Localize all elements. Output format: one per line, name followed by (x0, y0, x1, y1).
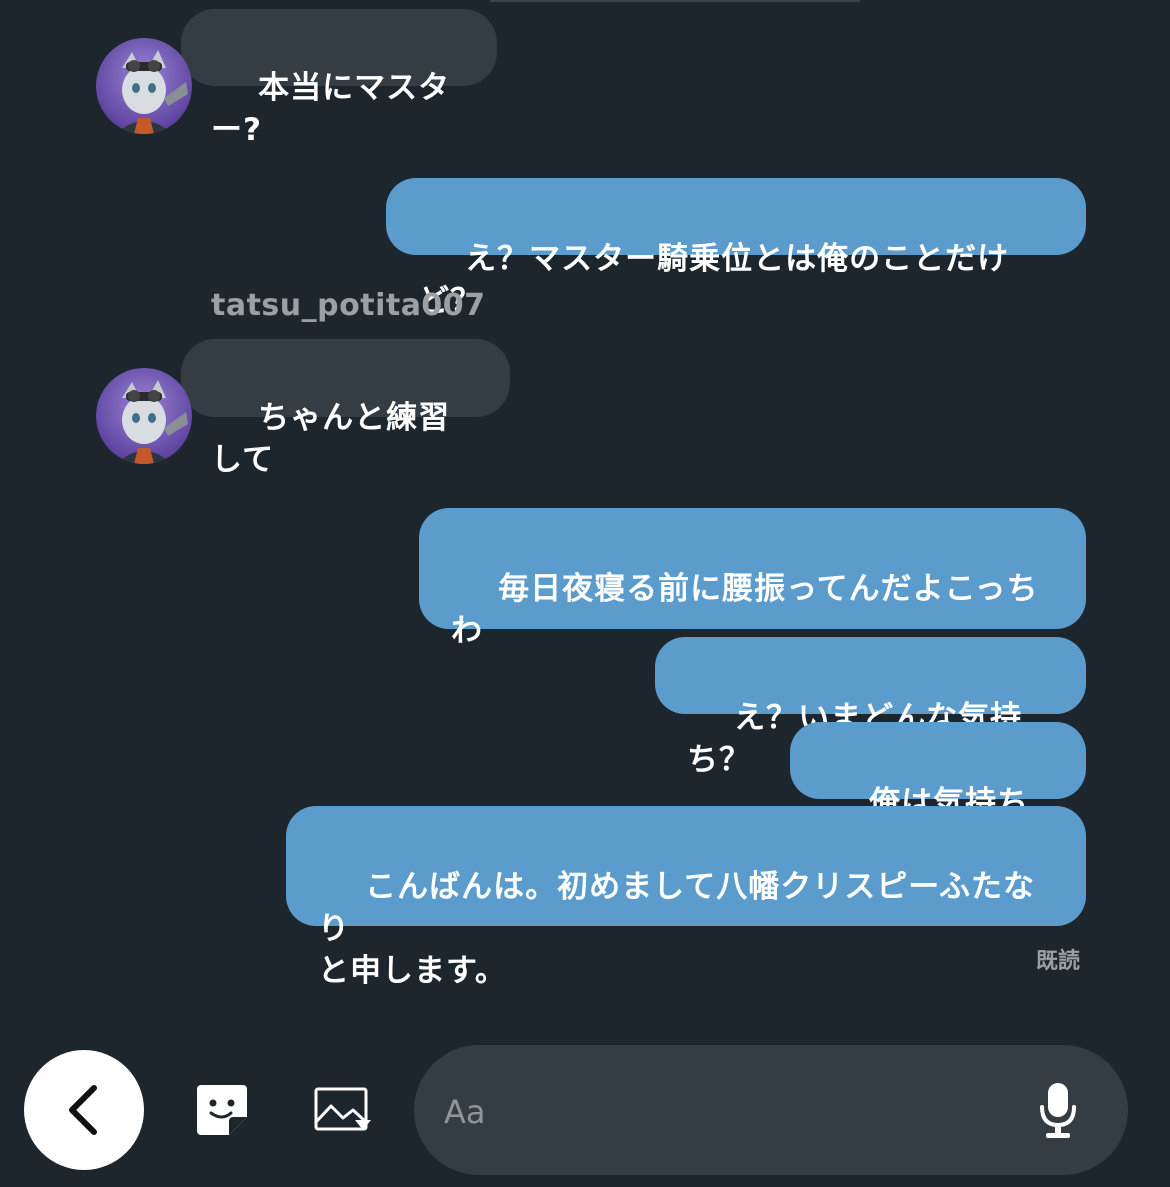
outgoing-message[interactable]: え？マスター騎乗位とは俺のことだけど？ (386, 178, 1086, 319)
message-text: 本当にマスター? (211, 70, 451, 148)
message-text: ちゃんと練習して (211, 400, 451, 478)
divider (490, 0, 860, 2)
message-text: え？マスター騎乗位とは俺のことだけど？ (418, 241, 1010, 319)
outgoing-message[interactable]: え？いまどんな気持ち？ (655, 637, 1086, 778)
message-input[interactable]: Aa (414, 1045, 1128, 1175)
avatar-image (96, 368, 192, 464)
outgoing-message[interactable]: 俺は気持ちいい (790, 722, 1086, 863)
sticker-button[interactable] (195, 1083, 249, 1141)
incoming-message[interactable]: 本当にマスター? (181, 9, 497, 148)
outgoing-message[interactable]: こんばんは。初めまして八幡クリスピーふたなり と申します。 (286, 806, 1086, 989)
avatar[interactable] (96, 38, 192, 134)
sender-name: tatsu_potita007 (211, 288, 486, 323)
composer-bar: Aa (0, 1030, 1170, 1187)
avatar[interactable] (96, 368, 192, 464)
sticker-icon (197, 1085, 247, 1135)
image-button[interactable] (313, 1086, 373, 1138)
outgoing-message[interactable]: 毎日夜寝る前に腰振ってんだよこっちわ (419, 508, 1086, 649)
microphone-icon (1040, 1083, 1076, 1138)
image-icon (314, 1087, 371, 1131)
message-text: こんばんは。初めまして八幡クリスピーふたなり と申します。 (318, 869, 1035, 989)
read-receipt: 既読 (1036, 949, 1081, 974)
back-button[interactable] (24, 1050, 144, 1170)
microphone-button[interactable] (1038, 1081, 1078, 1143)
input-placeholder: Aa (444, 1093, 486, 1131)
incoming-message[interactable]: ちゃんと練習して (181, 339, 510, 478)
avatar-image (96, 38, 192, 134)
back-icon (69, 1085, 97, 1135)
